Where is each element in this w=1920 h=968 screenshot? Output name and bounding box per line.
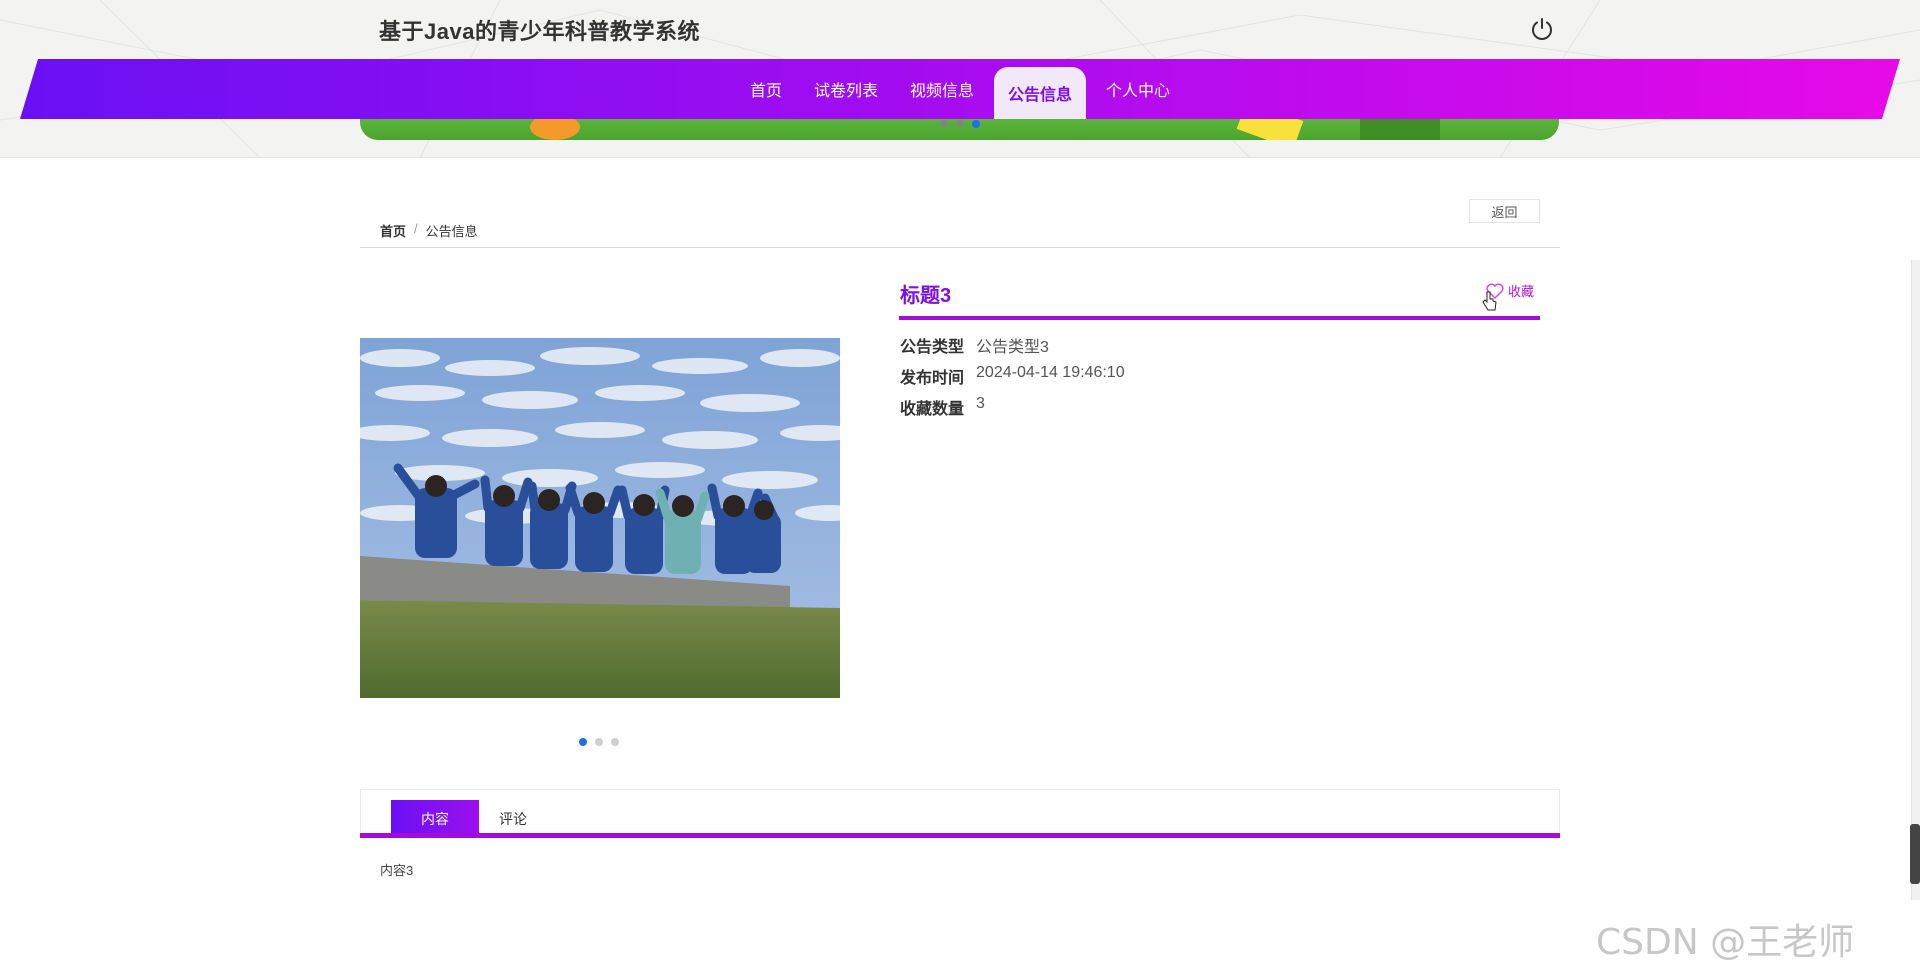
scrollbar-thumb[interactable] — [1910, 824, 1920, 884]
image-indicators — [579, 738, 619, 746]
banner-dot[interactable] — [956, 120, 964, 128]
site-title: 基于Java的青少年科普教学系统 — [379, 19, 700, 44]
count-value: 3 — [976, 395, 985, 412]
announcement-image[interactable] — [360, 338, 840, 698]
info-row-type: 公告类型 公告类型3 — [900, 333, 1049, 357]
type-value: 公告类型3 — [976, 339, 1049, 356]
banner-dot[interactable] — [940, 120, 948, 128]
photo-illustration — [360, 338, 840, 698]
announcement-title: 标题3 — [900, 285, 952, 307]
hand-cursor-icon — [1482, 291, 1497, 311]
breadcrumb-current: 公告信息 — [425, 224, 478, 239]
breadcrumb-home[interactable]: 首页 — [380, 221, 406, 240]
tabs-underline — [360, 833, 1560, 838]
watermark: CSDN @王老师621 — [1596, 922, 1855, 968]
info-row-count: 收藏数量 3 — [900, 395, 985, 419]
page: 基于Java的青少年科普教学系统 首页 试卷列表 视频信息 公告信息 个人中心 … — [0, 0, 1920, 968]
tab-content[interactable]: 内容 — [391, 800, 479, 837]
count-label: 收藏数量 — [900, 401, 965, 418]
main-nav: 首页 试卷列表 视频信息 公告信息 个人中心 — [0, 59, 1920, 119]
nav-item-videos[interactable]: 视频信息 — [898, 59, 986, 119]
time-value: 2024-04-14 19:46:10 — [976, 364, 1125, 381]
nav-item-exam-list[interactable]: 试卷列表 — [802, 59, 890, 119]
scrollbar-track[interactable] — [1911, 260, 1920, 900]
breadcrumb-separator: / — [414, 221, 418, 236]
time-label: 发布时间 — [900, 370, 965, 387]
banner-indicators — [940, 120, 980, 128]
image-dot[interactable] — [611, 738, 619, 746]
nav-item-announcements[interactable]: 公告信息 — [994, 67, 1087, 119]
content-body: 内容3 — [380, 863, 414, 878]
tab-comments[interactable]: 评论 — [469, 800, 557, 837]
nav-item-home[interactable]: 首页 — [738, 59, 794, 119]
power-icon[interactable] — [1529, 16, 1555, 42]
breadcrumb: 首页 / 公告信息 — [380, 221, 478, 240]
title-underline — [899, 316, 1540, 320]
favorite-label: 收藏 — [1508, 284, 1535, 299]
banner-dot-active[interactable] — [972, 120, 980, 128]
divider — [360, 247, 1560, 248]
info-row-time: 发布时间 2024-04-14 19:46:10 — [900, 364, 1125, 388]
back-button[interactable]: 返回 — [1469, 199, 1540, 223]
image-dot-active[interactable] — [579, 738, 587, 746]
nav-item-profile[interactable]: 个人中心 — [1094, 59, 1182, 119]
image-dot[interactable] — [595, 738, 603, 746]
detail-tabs: 内容 评论 — [360, 789, 1560, 837]
type-label: 公告类型 — [900, 339, 965, 356]
